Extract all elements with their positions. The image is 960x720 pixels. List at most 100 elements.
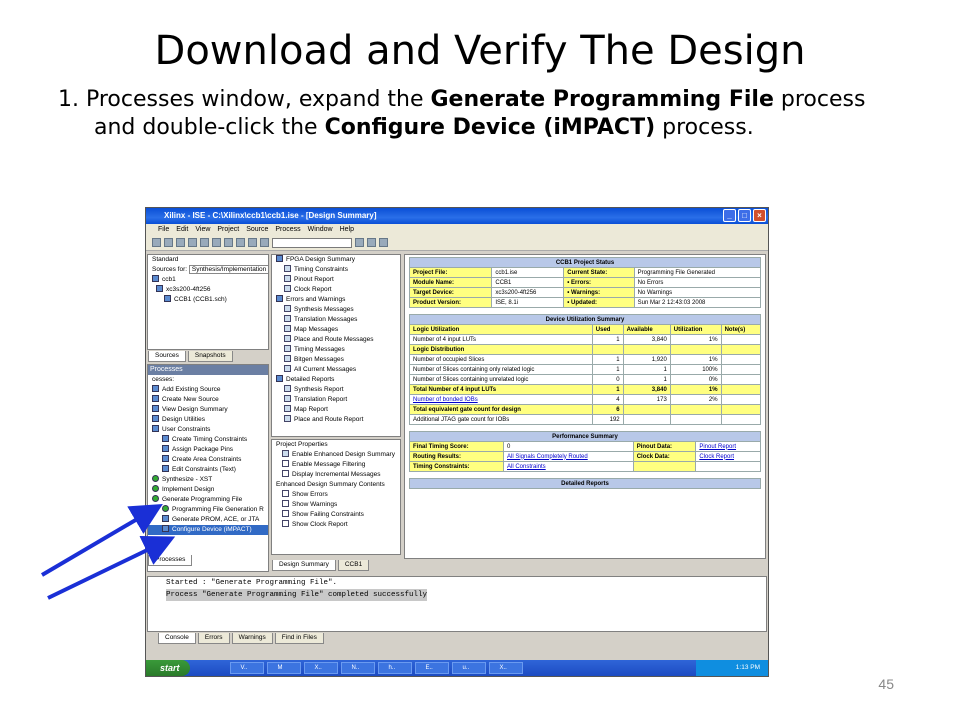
summary-nav-item[interactable]: FPGA Design Summary [272, 255, 400, 265]
cut-icon[interactable] [200, 238, 209, 247]
process-item[interactable]: Synthesize - XST [148, 475, 268, 485]
redo-icon[interactable] [248, 238, 257, 247]
props-checkbox[interactable]: Show Failing Constraints [272, 510, 400, 520]
process-item-configure-device[interactable]: Configure Device (iMPACT) [148, 525, 268, 535]
sources-for-dropdown[interactable]: Synthesis/Implementation [188, 265, 268, 274]
print-icon[interactable] [188, 238, 197, 247]
summary-nav-item[interactable]: Place and Route Report [272, 415, 400, 425]
summary-nav-item[interactable]: Errors and Warnings [272, 295, 400, 305]
source-item[interactable]: xc3s200-4ft256 [148, 285, 268, 295]
find-icon[interactable] [260, 238, 269, 247]
summary-nav-item[interactable]: Synthesis Messages [272, 305, 400, 315]
menu-file[interactable]: File [158, 224, 169, 235]
props-checkbox[interactable]: Enable Message Filtering [272, 460, 400, 470]
menu-process[interactable]: Process [275, 224, 300, 235]
summary-nav-item[interactable]: Map Report [272, 405, 400, 415]
tab-console[interactable]: Console [158, 633, 196, 644]
menu-help[interactable]: Help [340, 224, 354, 235]
zoom-icon[interactable] [367, 238, 376, 247]
tab-design-summary[interactable]: Design Summary [272, 560, 336, 571]
props-checkbox[interactable]: Enable Enhanced Design Summary [272, 450, 400, 460]
open-icon[interactable] [164, 238, 173, 247]
summary-nav-item[interactable]: Clock Report [272, 285, 400, 295]
process-item[interactable]: View Design Summary [148, 405, 268, 415]
taskbar-item[interactable]: X.. [303, 662, 338, 674]
source-item[interactable]: CCB1 (CCB1.sch) [148, 295, 268, 305]
menu-window[interactable]: Window [308, 224, 333, 235]
tab-snapshots[interactable]: Snapshots [187, 351, 233, 362]
process-item[interactable]: Design Utilities [148, 415, 268, 425]
summary-nav-item[interactable]: Translation Report [272, 395, 400, 405]
process-item[interactable]: Create Timing Constraints [148, 435, 268, 445]
copy-icon[interactable] [212, 238, 221, 247]
paste-icon[interactable] [224, 238, 233, 247]
sources-for[interactable]: Sources for: Synthesis/Implementation [148, 265, 268, 275]
menu-view[interactable]: View [195, 224, 210, 235]
checkbox-icon[interactable] [282, 500, 289, 507]
props-checkbox[interactable]: Display Incremental Messages [272, 470, 400, 480]
save-icon[interactable] [176, 238, 185, 247]
checkbox-icon[interactable] [282, 520, 289, 527]
tab-find-in-files[interactable]: Find in Files [274, 633, 324, 644]
summary-nav-item[interactable]: Detailed Reports [272, 375, 400, 385]
checkbox-icon[interactable] [282, 460, 289, 467]
menu-edit[interactable]: Edit [176, 224, 188, 235]
taskbar-item[interactable]: N.. [340, 662, 375, 674]
process-item[interactable]: Programming File Generation R [148, 505, 268, 515]
routing-results-link[interactable]: All Signals Completely Routed [503, 451, 634, 462]
new-file-icon[interactable] [152, 238, 161, 247]
tab-sources[interactable]: Sources [148, 351, 186, 362]
process-item[interactable]: User Constraints [148, 425, 268, 435]
process-item[interactable]: Edit Constraints (Text) [148, 465, 268, 475]
checkbox-icon[interactable] [282, 510, 289, 517]
summary-nav-item[interactable]: Timing Messages [272, 345, 400, 355]
iobs-link[interactable]: Number of bonded IOBs [409, 394, 593, 405]
props-checkbox[interactable]: Show Errors [272, 490, 400, 500]
bookmark-icon[interactable] [355, 238, 364, 247]
process-item[interactable]: Assign Package Pins [148, 445, 268, 455]
summary-nav-item[interactable]: Synthesis Report [272, 385, 400, 395]
process-item[interactable]: Implement Design [148, 485, 268, 495]
checkbox-icon[interactable] [282, 490, 289, 497]
start-button[interactable]: start [146, 660, 190, 676]
props-checkbox[interactable]: Show Clock Report [272, 520, 400, 530]
summary-nav-item[interactable]: Translation Messages [272, 315, 400, 325]
menu-project[interactable]: Project [217, 224, 239, 235]
tab-ccb1[interactable]: CCB1 [337, 560, 370, 571]
props-checkbox[interactable]: Show Warnings [272, 500, 400, 510]
close-icon[interactable]: × [753, 209, 766, 222]
clock-report-link[interactable]: Clock Report [695, 451, 761, 462]
taskbar-item[interactable]: V.. [229, 662, 264, 674]
summary-nav-item[interactable]: Bitgen Messages [272, 355, 400, 365]
source-item[interactable]: ccb1 [148, 275, 268, 285]
summary-nav-item[interactable]: Pinout Report [272, 275, 400, 285]
constraints-link[interactable]: All Constraints [503, 461, 634, 472]
pinout-report-link[interactable]: Pinout Report [695, 441, 761, 452]
process-item[interactable]: Create New Source [148, 395, 268, 405]
taskbar-item[interactable]: E.. [414, 662, 449, 674]
tab-processes[interactable]: Processes [148, 555, 193, 566]
checkbox-icon[interactable] [282, 470, 289, 477]
process-item[interactable]: Generate Programming File [148, 495, 268, 505]
taskbar-item[interactable]: u.. [451, 662, 486, 674]
taskbar-item[interactable]: M [266, 662, 301, 674]
help-icon[interactable] [379, 238, 388, 247]
taskbar-item[interactable]: h.. [377, 662, 412, 674]
maximize-icon[interactable]: □ [738, 209, 751, 222]
summary-nav-item[interactable]: Timing Constraints [272, 265, 400, 275]
taskbar-item[interactable]: X.. [488, 662, 523, 674]
tab-errors[interactable]: Errors [197, 633, 230, 644]
summary-nav-item[interactable]: Map Messages [272, 325, 400, 335]
search-combo[interactable] [272, 238, 352, 248]
summary-nav-item[interactable]: All Current Messages [272, 365, 400, 375]
process-item[interactable]: Create Area Constraints [148, 455, 268, 465]
sources-mode[interactable]: Standard [148, 255, 268, 265]
process-item[interactable]: Generate PROM, ACE, or JTA [148, 515, 268, 525]
summary-nav-item[interactable]: Place and Route Messages [272, 335, 400, 345]
menu-source[interactable]: Source [246, 224, 268, 235]
process-item[interactable]: Add Existing Source [148, 385, 268, 395]
undo-icon[interactable] [236, 238, 245, 247]
checkbox-checked-icon[interactable] [282, 450, 289, 457]
minimize-icon[interactable]: _ [723, 209, 736, 222]
tab-warnings[interactable]: Warnings [231, 633, 273, 644]
